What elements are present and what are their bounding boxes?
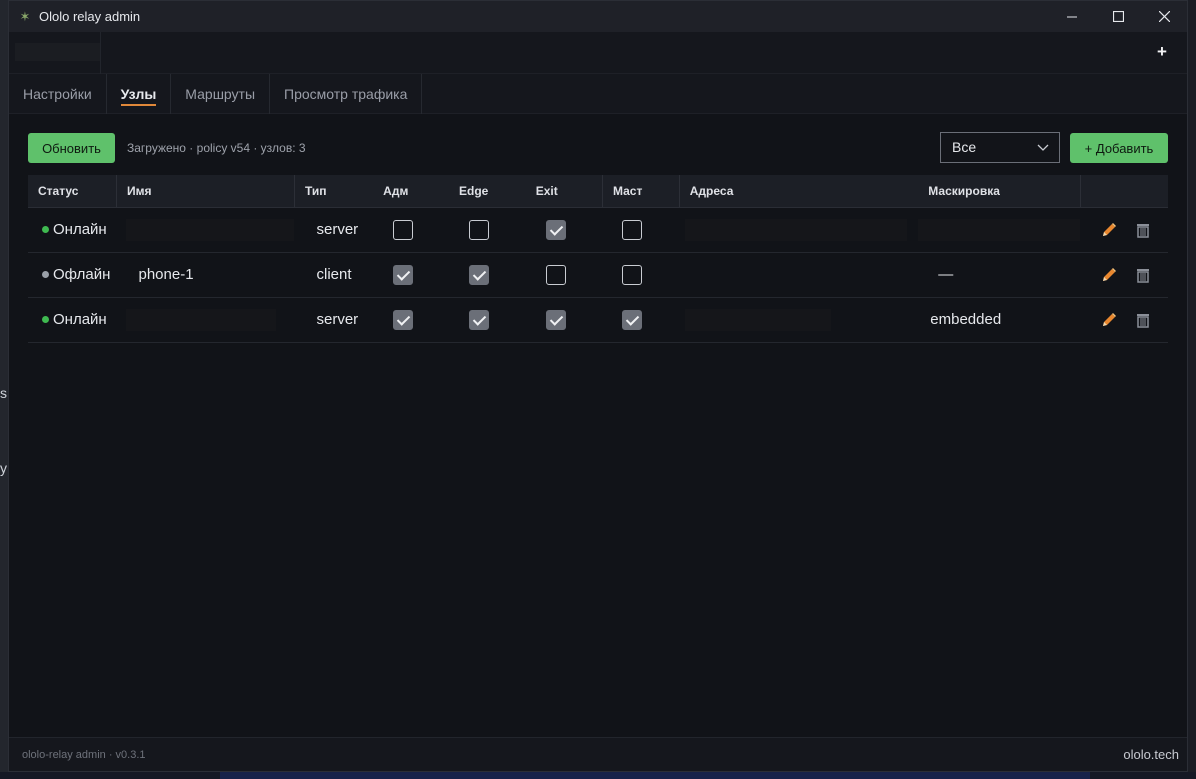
name-cell: phone-1 <box>116 252 295 298</box>
version-label: ololo-relay admin · v0.3.1 <box>22 749 146 761</box>
tab-routes[interactable]: Маршруты <box>171 74 271 114</box>
adm-checkbox[interactable] <box>393 264 414 285</box>
minimize-button[interactable] <box>1049 1 1095 32</box>
window-title: Ololo relay admin <box>39 9 141 24</box>
header-mast[interactable]: Маст <box>601 175 680 208</box>
tab-traffic[interactable]: Просмотр трафика <box>270 74 423 114</box>
table-header: Статус Имя Тип Адм Edge Exit Маст Адреса… <box>28 175 1168 208</box>
tab-settings[interactable]: Настройки <box>9 74 107 114</box>
adm-checkbox[interactable] <box>393 219 414 240</box>
online-dot <box>42 316 49 323</box>
mast-checkbox[interactable] <box>622 264 643 285</box>
header-status[interactable]: Статус <box>28 175 117 208</box>
actions-bar: Обновить Загружено · policy v54 · узлов:… <box>28 132 1170 164</box>
filter-value: Все <box>952 139 977 155</box>
addresses-cell <box>679 207 919 253</box>
connection-bar: + <box>9 32 1187 74</box>
maximize-icon <box>1112 11 1124 22</box>
row-actions <box>1080 207 1168 253</box>
nodes-panel: Обновить Загружено · policy v54 · узлов:… <box>28 132 1170 343</box>
header-type[interactable]: Тип <box>293 175 374 208</box>
pencil-icon[interactable] <box>1100 311 1118 329</box>
type-cell: client <box>294 252 374 298</box>
header-mask[interactable]: Маскировка <box>918 175 1081 208</box>
redacted-name <box>126 308 277 331</box>
header-exit[interactable]: Exit <box>525 175 603 208</box>
edge-checkbox[interactable] <box>468 219 489 240</box>
mast-checkbox[interactable] <box>622 219 643 240</box>
redacted-addresses <box>685 308 832 331</box>
redacted-connection <box>15 43 101 61</box>
mask-cell <box>918 207 1081 253</box>
header-addresses[interactable]: Адреса <box>678 175 919 208</box>
pencil-icon[interactable] <box>1100 221 1118 239</box>
type-cell: server <box>294 297 374 343</box>
mast-checkbox[interactable] <box>622 309 643 330</box>
title-bar[interactable]: ✶ Ololo relay admin <box>9 1 1187 32</box>
status-cell: Онлайн <box>28 207 117 253</box>
app-window: ✶ Ololo relay admin + Настройки Узлы Мар… <box>8 0 1188 772</box>
offline-dot <box>42 271 49 278</box>
header-adm[interactable]: Адм <box>373 175 449 208</box>
trash-icon[interactable] <box>1134 221 1152 239</box>
addresses-cell <box>679 252 919 298</box>
status-cell: Онлайн <box>28 297 117 343</box>
header-edge[interactable]: Edge <box>448 175 526 208</box>
exit-checkbox[interactable] <box>545 264 566 285</box>
online-dot <box>42 226 49 233</box>
brand-label: ololo.tech <box>1123 747 1179 762</box>
edge-checkbox[interactable] <box>468 309 489 330</box>
add-connection-button[interactable]: + <box>1154 43 1170 60</box>
table-row[interactable]: Офлайн phone-1 client — <box>28 252 1168 298</box>
table-row[interactable]: Онлайн server <box>28 207 1168 253</box>
chevron-down-icon <box>1037 144 1049 151</box>
redacted-addresses <box>685 218 908 241</box>
redacted-name <box>126 218 295 241</box>
maximize-button[interactable] <box>1095 1 1141 32</box>
row-actions <box>1080 252 1168 298</box>
row-actions <box>1080 297 1168 343</box>
name-cell <box>116 297 295 343</box>
add-node-button[interactable]: + Добавить <box>1070 133 1168 163</box>
redacted-mask <box>918 218 1081 241</box>
close-icon <box>1158 11 1170 22</box>
exit-checkbox[interactable] <box>545 309 566 330</box>
header-name[interactable]: Имя <box>115 175 295 208</box>
load-status: Загружено · policy v54 · узлов: 3 <box>127 141 306 155</box>
tab-nodes[interactable]: Узлы <box>107 74 172 114</box>
type-cell: server <box>294 207 374 253</box>
mask-cell: embedded <box>918 297 1081 343</box>
pencil-icon[interactable] <box>1100 266 1118 284</box>
addresses-cell <box>679 297 919 343</box>
tab-bar: Настройки Узлы Маршруты Просмотр трафика <box>9 74 1187 114</box>
header-actions <box>1079 175 1168 208</box>
close-button[interactable] <box>1141 1 1187 32</box>
star-icon: ✶ <box>19 8 31 24</box>
minimize-icon <box>1067 16 1077 17</box>
mask-cell: — <box>918 252 1081 298</box>
exit-checkbox[interactable] <box>545 219 566 240</box>
status-bar: ololo-relay admin · v0.3.1 ololo.tech <box>9 737 1187 771</box>
table-row[interactable]: Онлайн server embedded <box>28 297 1168 343</box>
desktop-taskbar-edge <box>0 772 1196 779</box>
edge-checkbox[interactable] <box>468 264 489 285</box>
refresh-button[interactable]: Обновить <box>28 133 115 163</box>
desktop-glyph: y <box>0 460 7 476</box>
adm-checkbox[interactable] <box>393 309 414 330</box>
status-cell: Офлайн <box>28 252 117 298</box>
filter-select[interactable]: Все <box>940 132 1060 163</box>
trash-icon[interactable] <box>1134 266 1152 284</box>
trash-icon[interactable] <box>1134 311 1152 329</box>
desktop-glyph: s <box>0 385 7 401</box>
name-cell <box>116 207 295 253</box>
nodes-table: Статус Имя Тип Адм Edge Exit Маст Адреса… <box>28 175 1168 343</box>
